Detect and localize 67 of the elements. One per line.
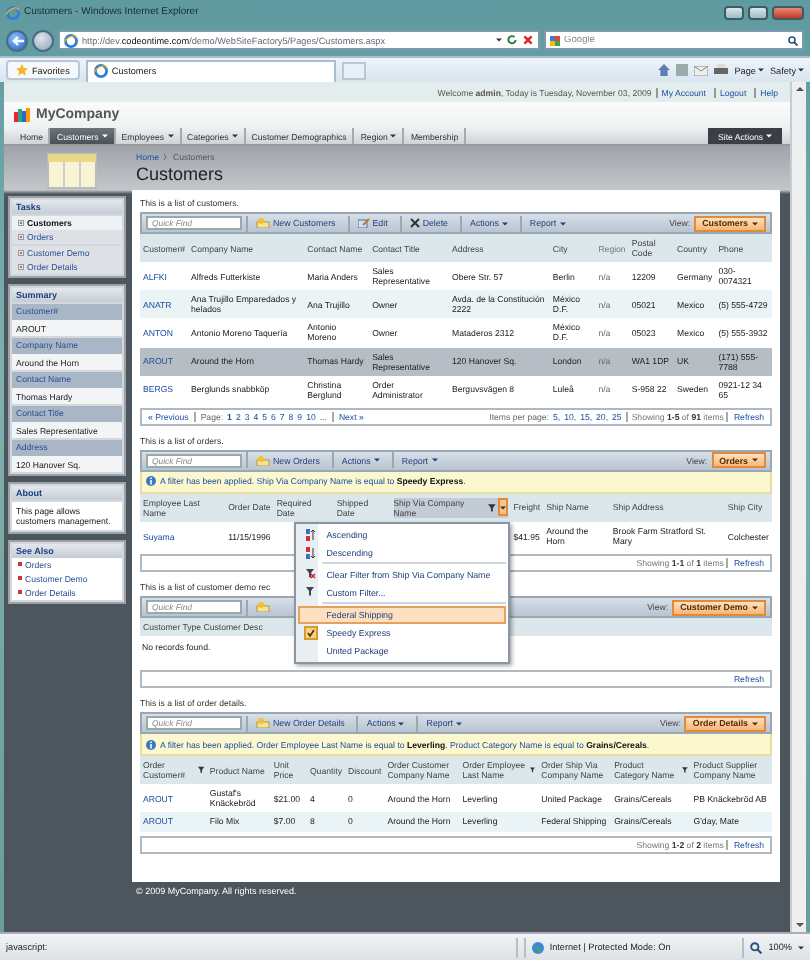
search-icon[interactable] bbox=[788, 35, 798, 45]
mail-icon[interactable] bbox=[694, 65, 709, 75]
stop-icon[interactable] bbox=[522, 34, 534, 46]
caret-icon bbox=[752, 605, 758, 610]
caret-icon bbox=[167, 134, 174, 138]
scrollbar[interactable] bbox=[790, 82, 806, 932]
back-arrow-icon bbox=[11, 35, 23, 45]
caret-icon bbox=[766, 134, 772, 138]
new-record-icon bbox=[256, 218, 270, 228]
check-icon bbox=[306, 627, 317, 638]
caret-icon bbox=[501, 221, 508, 225]
ie-logo-icon bbox=[6, 5, 20, 19]
caret-icon bbox=[231, 134, 238, 138]
filter-icon bbox=[681, 766, 688, 775]
expand-icon bbox=[18, 249, 24, 255]
zoom-icon[interactable] bbox=[750, 941, 763, 953]
delete-icon bbox=[409, 218, 420, 228]
caret-icon bbox=[431, 458, 438, 463]
expand-icon bbox=[18, 219, 24, 225]
expand-icon bbox=[18, 264, 24, 270]
filter-icon bbox=[530, 766, 536, 775]
back-button[interactable] bbox=[6, 29, 28, 51]
home-icon[interactable] bbox=[658, 64, 671, 76]
clear-filter-icon bbox=[306, 568, 317, 581]
new-record-icon bbox=[256, 602, 270, 613]
page-title: Customers bbox=[134, 162, 226, 188]
info-icon bbox=[146, 476, 156, 487]
caret-icon bbox=[398, 721, 405, 726]
globe-icon bbox=[531, 941, 544, 953]
notebook-icon bbox=[45, 150, 97, 190]
caret-icon bbox=[752, 221, 758, 225]
expand-icon bbox=[18, 234, 24, 240]
minimize-button[interactable] bbox=[724, 5, 744, 19]
caret-icon bbox=[373, 458, 380, 463]
refresh-icon[interactable] bbox=[506, 34, 518, 46]
filter-icon bbox=[197, 766, 204, 775]
caret-icon bbox=[752, 721, 758, 726]
caret-icon bbox=[798, 945, 804, 949]
new-record-icon bbox=[256, 718, 270, 729]
logo-icon bbox=[14, 108, 30, 122]
search-provider-icon bbox=[550, 35, 560, 45]
print-icon[interactable] bbox=[714, 64, 729, 76]
ie-logo-icon bbox=[93, 64, 108, 78]
scroll-down-icon[interactable] bbox=[795, 922, 803, 928]
scroll-up-icon[interactable] bbox=[795, 86, 803, 92]
caret-icon bbox=[455, 721, 462, 726]
sort-descending-icon bbox=[306, 545, 317, 560]
sort-ascending-icon bbox=[306, 527, 317, 542]
caret-icon bbox=[499, 505, 506, 510]
info-icon bbox=[146, 739, 156, 750]
filter-icon bbox=[306, 586, 317, 599]
new-record-icon bbox=[256, 455, 270, 466]
caret-icon bbox=[390, 134, 397, 138]
edit-icon bbox=[357, 218, 370, 228]
caret-icon bbox=[559, 221, 566, 225]
forward-button[interactable] bbox=[32, 29, 54, 51]
caret-icon bbox=[752, 458, 758, 463]
maximize-button[interactable] bbox=[748, 5, 768, 19]
star-icon bbox=[16, 64, 28, 76]
filter-icon bbox=[487, 503, 496, 512]
caret-icon bbox=[798, 68, 804, 72]
caret-icon bbox=[101, 134, 108, 138]
ie-logo-icon bbox=[64, 33, 78, 47]
close-button[interactable] bbox=[772, 5, 804, 19]
caret-icon bbox=[757, 68, 764, 72]
column-menu-button[interactable] bbox=[497, 498, 508, 517]
caret-icon bbox=[496, 38, 502, 42]
